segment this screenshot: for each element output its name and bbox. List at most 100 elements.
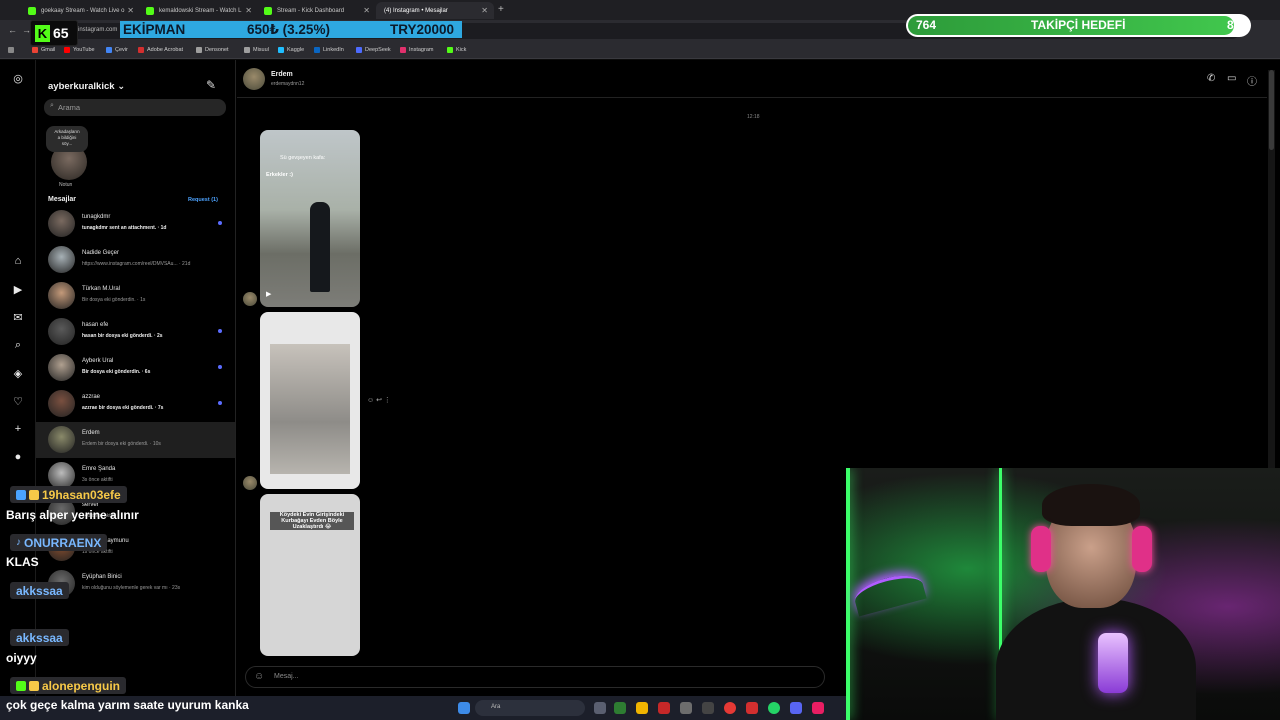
my-note[interactable]: Arkadaşların a bildiğini söy... Notun (46, 126, 88, 188)
tab-instagram[interactable]: (4) Instagram • Mesajlar ✕ (376, 2, 494, 70)
contact-avatar[interactable] (243, 68, 265, 90)
store-icon[interactable] (680, 702, 692, 714)
bookmark-youtube[interactable]: YouTube (64, 47, 95, 53)
video-call-icon[interactable]: ▭ (1227, 73, 1236, 84)
search-icon: ⌕ (50, 102, 54, 109)
instagram-logo-icon[interactable]: ◎ (10, 72, 26, 85)
conversation-item[interactable]: Ayberk Ural Bir dosya eki gönderdin. · 6s (36, 350, 235, 386)
message-input[interactable]: ☺ Mesaj... (245, 666, 825, 688)
conversation-item[interactable]: azzrae azzrae bir dosya eki gönderdi. · 7… (36, 386, 235, 422)
chrome-icon[interactable] (724, 702, 736, 714)
sender-avatar (243, 292, 257, 306)
close-tab-icon[interactable]: ✕ (127, 6, 134, 15)
search-input[interactable]: ⌕ Arama (44, 99, 226, 116)
chat-message: Barış alper yerine alınır (6, 508, 139, 522)
conversation-item[interactable]: Erdem Erdem bir dosya eki gönderdi. · 10s (36, 422, 235, 458)
kick-favicon-icon (264, 6, 272, 15)
calendar-icon[interactable] (658, 702, 670, 714)
chat-message: çok geçe kalma yarım saate uyurum kanka (6, 698, 249, 712)
conversation-name: Erdem (82, 430, 100, 436)
tab-kick-dashboard[interactable]: Stream - Kick Dashboard ✕ (256, 2, 376, 19)
avatar (48, 210, 75, 237)
bookmark-gmail[interactable]: Gmail (32, 47, 55, 53)
headphone-icon (1132, 526, 1152, 572)
app-icon[interactable] (812, 702, 824, 714)
verified-icon (16, 680, 26, 691)
reel-figure (310, 202, 330, 292)
conversation-name: tunagkdmr (82, 214, 111, 220)
conversation-item[interactable]: tunagkdmr tunagkdmr sent an attachment. ·… (36, 206, 235, 242)
app-icon[interactable] (702, 702, 714, 714)
bookmark-kick[interactable]: Kick (447, 47, 466, 53)
contact-name[interactable]: Erdem (271, 71, 293, 78)
thread-header: Erdem erdemaydnn12 ✆ ▭ ⓘ (237, 60, 1267, 98)
neon-sign (851, 569, 927, 617)
bookmark-densonet[interactable]: Densonet (196, 47, 229, 53)
avatar (48, 354, 75, 381)
messages-heading: Mesajlar (48, 196, 77, 203)
copilot-icon[interactable] (614, 702, 626, 714)
heart-icon[interactable]: ♡ (10, 395, 26, 408)
discord-icon[interactable] (790, 702, 802, 714)
task-view-icon[interactable] (594, 702, 606, 714)
chat-user-badge: akkssaa (10, 629, 69, 646)
conversation-preview: tunagkdmr sent an attachment. · 1d (82, 225, 167, 231)
reel-message[interactable] (260, 312, 360, 489)
conversation-item[interactable]: Türkan M.Ural Bir dosya eki gönderdin. · … (36, 278, 235, 314)
start-icon[interactable] (458, 702, 470, 714)
requests-link[interactable]: Request (1) (188, 197, 218, 203)
tab-kemaldowski[interactable]: kemaldowski Stream - Watch L ✕ (138, 2, 258, 19)
search-icon[interactable]: ⌕ (10, 339, 26, 352)
kick-logo-icon: K (35, 24, 50, 42)
messages-icon[interactable]: ✉ (10, 311, 26, 324)
bookmark-deepseek[interactable]: DeepSeek (356, 47, 391, 53)
reel-message[interactable]: Sü gevşeyen kafa: Erkekler :) ▶ (260, 130, 360, 307)
profile-icon[interactable]: ● (10, 451, 26, 463)
chat-message: KLAS (6, 555, 39, 569)
taskbar-search[interactable]: Ara (475, 700, 585, 716)
conversation-name: hasan efe (82, 322, 109, 328)
close-tab-icon[interactable]: ✕ (245, 6, 252, 15)
message-actions[interactable]: ☺ ↩ ⋮ (367, 396, 391, 404)
phone-icon[interactable]: ✆ (1207, 73, 1215, 84)
streamer-body (996, 598, 1196, 720)
scrollbar-thumb[interactable] (1269, 70, 1274, 150)
youtube-icon[interactable] (746, 702, 758, 714)
microphone (1098, 633, 1128, 693)
home-icon[interactable]: ⌂ (10, 255, 26, 267)
whatsapp-icon[interactable] (768, 702, 780, 714)
avatar (48, 282, 75, 309)
file-explorer-icon[interactable] (636, 702, 648, 714)
account-switcher[interactable]: ayberkuralkick ⌄ (48, 81, 125, 92)
bookmark-kaggle[interactable]: Kaggle (278, 47, 304, 53)
back-icon[interactable]: ← (8, 25, 17, 35)
kick-viewer-badge: K 65 (30, 20, 78, 46)
conversation-preview: https://www.instagram.com/reel/DMVSAu...… (82, 261, 191, 267)
close-tab-icon[interactable]: ✕ (481, 6, 488, 15)
info-icon[interactable]: ⓘ (1247, 73, 1257, 88)
bookmark-acrobat[interactable]: Adobe Acrobat (138, 47, 183, 53)
bookmark-misuul[interactable]: Misuul (244, 47, 269, 53)
chat-user-badge: ♪ ONURRAENX (10, 534, 108, 551)
avatar (48, 318, 75, 345)
conversation-item[interactable]: hasan efe hasan bir dosya eki gönderdi. ·… (36, 314, 235, 350)
reels-icon[interactable]: ▶ (10, 283, 26, 296)
conversation-item[interactable]: Nadide Geçer https://www.instagram.com/re… (36, 242, 235, 278)
folder-icon (196, 47, 202, 53)
explore-icon[interactable]: ◈ (10, 367, 26, 380)
close-tab-icon[interactable]: ✕ (363, 6, 370, 15)
bookmark-linkedin[interactable]: LinkedIn (314, 47, 344, 53)
bookmark-translate[interactable]: Çevir (106, 47, 128, 53)
kick-favicon-icon (28, 6, 36, 15)
reel-thumbnail (270, 344, 350, 474)
apps-icon[interactable] (8, 47, 14, 53)
contact-handle: erdemaydnn12 (271, 81, 305, 87)
compose-icon[interactable]: ✎ (206, 78, 216, 92)
follower-goal-bar: 764 TAKİPÇİ HEDEFİ 800 (906, 14, 1251, 37)
donation-ticker: EKİPMAN 650₺ (3.25%) TRY20000 (120, 21, 462, 38)
avatar (48, 426, 75, 453)
create-icon[interactable]: + (10, 423, 26, 435)
tab-goekaay[interactable]: goekaay Stream - Watch Live o ✕ (20, 2, 140, 19)
bookmark-instagram[interactable]: Instagram (400, 47, 433, 53)
new-tab-icon[interactable]: + (498, 4, 504, 15)
